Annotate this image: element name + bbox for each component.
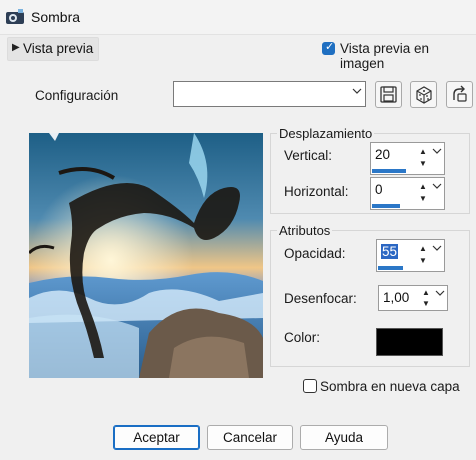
vertical-stepper[interactable]: ▲ ▼ (419, 145, 429, 172)
dice-icon (416, 86, 432, 104)
accept-button[interactable]: Aceptar (113, 425, 200, 450)
offset-group-title: Desplazamiento (277, 126, 375, 141)
checkmark-icon: ✓ (325, 41, 335, 53)
vertical-spinbox[interactable]: 20 ▲ ▼ (370, 142, 445, 175)
chevron-down-icon[interactable] (432, 182, 442, 192)
horizontal-stepper[interactable]: ▲ ▼ (419, 180, 429, 207)
config-label: Configuración (35, 88, 119, 103)
arrow-up-icon: ▲ (419, 182, 427, 191)
chevron-down-icon (352, 87, 362, 98)
cancel-button[interactable]: Cancelar (207, 425, 293, 450)
help-button[interactable]: Ayuda (300, 425, 388, 450)
preview-on-image-checkbox[interactable]: ✓ (322, 41, 335, 55)
chevron-right-icon: ▶ (12, 42, 20, 53)
reset-icon (453, 85, 467, 102)
new-layer-label: Sombra en nueva capa (320, 379, 460, 394)
color-label: Color: (284, 330, 321, 345)
blur-spinbox[interactable]: 1,00 ▲ ▼ (378, 285, 448, 311)
preview-collapse-toggle[interactable]: ▶ Vista previa (7, 37, 99, 61)
config-dropdown[interactable] (173, 81, 366, 107)
save-icon (380, 86, 397, 103)
reset-button[interactable] (446, 81, 473, 108)
window-title: Sombra (31, 9, 81, 25)
blur-label: Desenfocar: (284, 291, 357, 306)
blur-value: 1,00 (383, 290, 410, 305)
vertical-level-bar (372, 169, 406, 173)
arrow-down-icon: ▼ (419, 159, 427, 168)
shadow-color-swatch[interactable] (376, 328, 443, 356)
opacity-label: Opacidad: (284, 246, 346, 261)
preview-image (29, 133, 263, 378)
arrow-down-icon: ▼ (419, 194, 427, 203)
horizontal-value: 0 (375, 182, 383, 197)
arrow-down-icon: ▼ (419, 256, 427, 265)
preview-toggle-label: Vista previa (23, 41, 94, 56)
arrow-up-icon: ▲ (419, 244, 427, 253)
opacity-stepper[interactable]: ▲ ▼ (419, 242, 429, 269)
randomize-button[interactable] (410, 81, 437, 108)
arrow-up-icon: ▲ (422, 288, 430, 297)
opacity-spinbox[interactable]: 55 ▲ ▼ (376, 239, 445, 272)
horizontal-spinbox[interactable]: 0 ▲ ▼ (370, 177, 445, 210)
app-icon (5, 8, 25, 26)
horizontal-level-bar (372, 204, 400, 208)
new-layer-checkbox[interactable] (303, 379, 317, 393)
vertical-label: Vertical: (284, 148, 333, 163)
title-bar: Sombra (0, 0, 476, 35)
blur-stepper[interactable]: ▲ ▼ (422, 288, 432, 310)
opacity-value: 55 (381, 244, 399, 259)
horizontal-label: Horizontal: (284, 184, 349, 199)
save-preset-button[interactable] (375, 81, 402, 108)
arrow-up-icon: ▲ (419, 147, 427, 156)
attributes-group-title: Atributos (277, 223, 333, 238)
chevron-down-icon[interactable] (432, 147, 442, 157)
arrow-down-icon: ▼ (422, 299, 430, 308)
chevron-down-icon[interactable] (435, 289, 445, 299)
preview-on-image-label: Vista previa en imagen (340, 41, 430, 71)
opacity-level-bar (378, 266, 403, 270)
chevron-down-icon[interactable] (432, 244, 442, 254)
vertical-value: 20 (375, 147, 391, 162)
